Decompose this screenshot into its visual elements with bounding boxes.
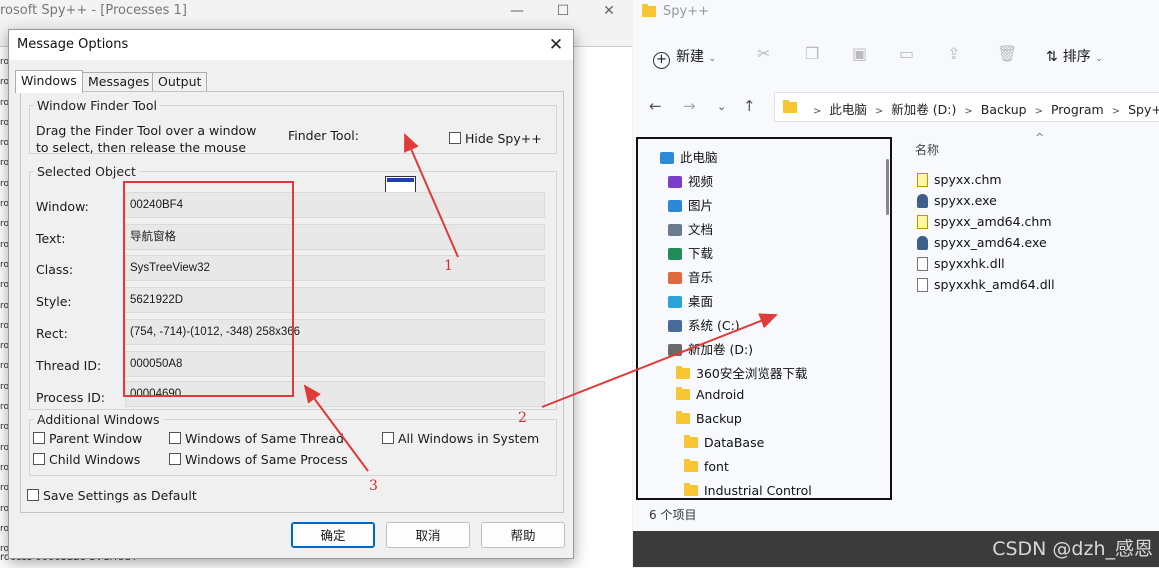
arrow-3: [303, 384, 369, 472]
annotation-label-2: 2: [518, 410, 527, 426]
annotation-label-1: 1: [444, 258, 453, 274]
tab-windows[interactable]: Windows: [15, 70, 83, 93]
arrow-1: [404, 133, 459, 258]
annotation-arrows: [303, 133, 778, 472]
annotation-label-3: 3: [369, 478, 378, 494]
arrow-2: [541, 313, 778, 408]
